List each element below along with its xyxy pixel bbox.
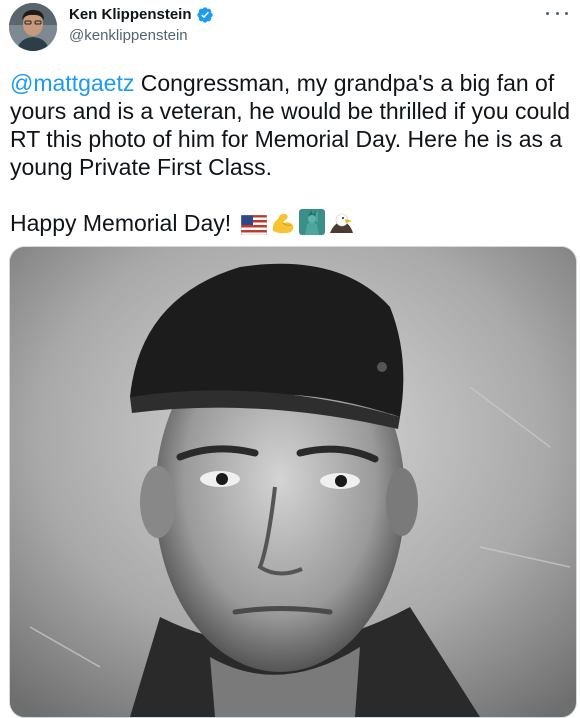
tweet-text: @mattgaetz Congressman, my grandpa's a b… — [10, 69, 572, 241]
more-dot — [555, 11, 559, 15]
more-dot — [546, 11, 549, 15]
veteran-portrait-image — [10, 247, 576, 717]
author-name-row[interactable]: Ken Klippenstein — [69, 5, 214, 25]
author-handle[interactable]: @kenklippenstein — [69, 26, 188, 46]
avatar[interactable] — [9, 3, 57, 51]
flag-us-icon — [240, 213, 267, 241]
flexed-biceps-icon — [270, 211, 296, 241]
author-display-name[interactable]: Ken Klippenstein — [69, 5, 192, 25]
eagle-icon — [328, 211, 354, 241]
tweet-photo[interactable] — [9, 246, 577, 718]
more-options-icon[interactable] — [546, 4, 568, 22]
tweet-card: Ken Klippenstein @kenklippenstein @mattg… — [0, 0, 580, 718]
mention-link[interactable]: @mattgaetz — [10, 70, 134, 96]
tweet-closing: Happy Memorial Day! — [10, 210, 238, 236]
statue-of-liberty-icon — [298, 209, 325, 241]
more-dot — [565, 11, 568, 15]
verified-badge-icon — [196, 6, 214, 24]
